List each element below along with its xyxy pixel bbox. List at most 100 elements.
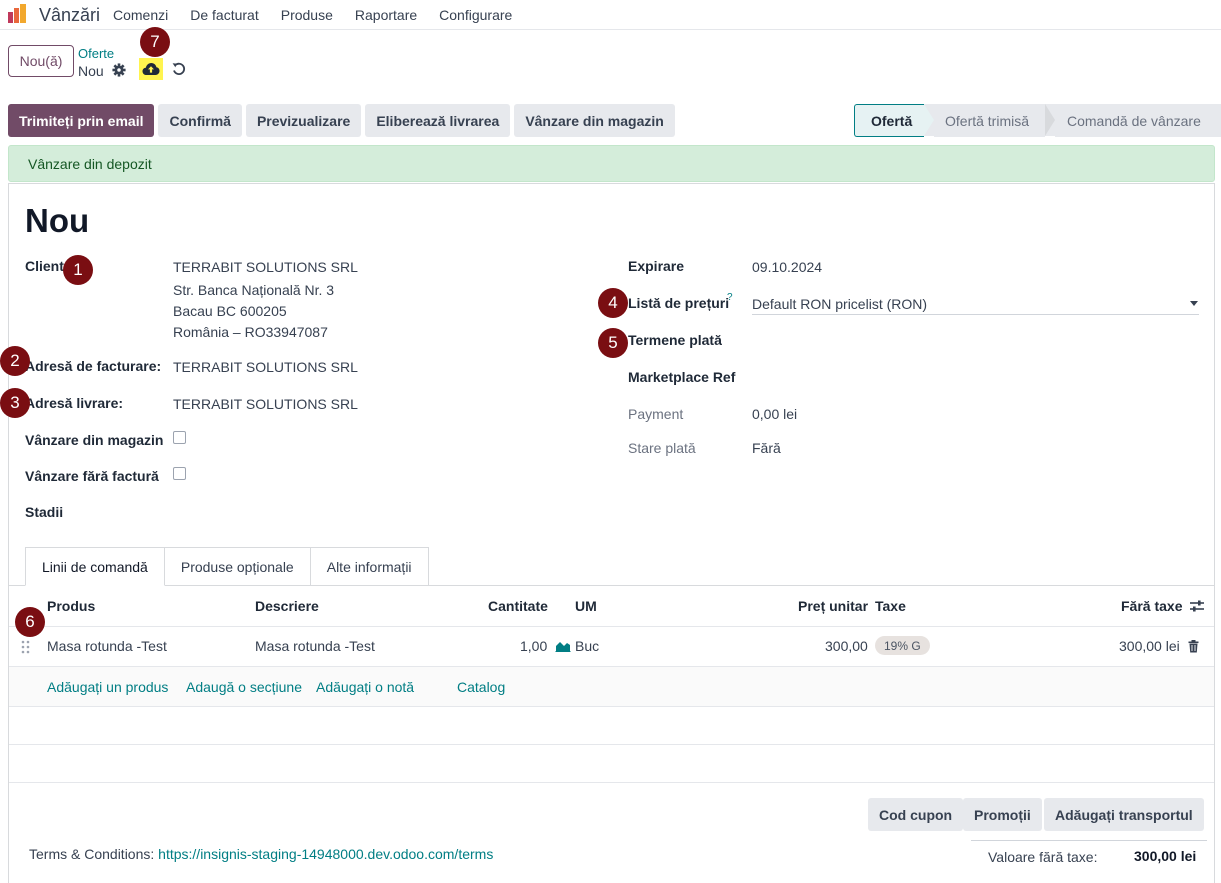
store-sale-button[interactable]: Vânzare din magazin [514, 104, 675, 137]
add-note-link[interactable]: Adăugați o notă [316, 679, 414, 695]
stage-quotation-sent[interactable]: Ofertă trimisă [934, 104, 1045, 137]
trash-icon[interactable] [1188, 640, 1199, 653]
delivery-address-field[interactable]: TERRABIT SOLUTIONS SRL [173, 396, 358, 412]
annotation-marker-1: 1 [63, 255, 93, 285]
payment-state-value: Fără [752, 440, 781, 456]
status-bar: Ofertă Ofertă trimisă Comandă de vânzare [854, 104, 1221, 137]
breadcrumb-parent[interactable]: Oferte [78, 46, 114, 61]
drag-handle-icon[interactable] [21, 640, 30, 654]
catalog-link[interactable]: Catalog [457, 679, 505, 695]
cell-product[interactable]: Masa rotunda -Test [47, 638, 167, 654]
menu-orders[interactable]: Comenzi [113, 7, 168, 23]
annotation-marker-3: 3 [0, 388, 30, 418]
menu-reporting[interactable]: Raportare [355, 7, 417, 23]
column-settings-icon[interactable] [1189, 599, 1205, 613]
forecast-chart-icon[interactable] [555, 639, 571, 652]
stage-arrow [924, 104, 934, 136]
notebook-tabs: Linii de comandă Produse opționale Alte … [25, 547, 429, 586]
cell-subtotal: 300,00 lei [1119, 638, 1180, 654]
stage-label: Ofertă trimisă [945, 112, 1030, 129]
payment-terms-label: Termene plată [628, 332, 722, 348]
cell-quantity[interactable]: 1,00 [520, 638, 547, 654]
app-name[interactable]: Vânzări [39, 5, 100, 26]
tab-order-lines[interactable]: Linii de comandă [25, 547, 165, 586]
add-section-link[interactable]: Adaugă o secțiune [186, 679, 302, 695]
annotation-marker-5: 5 [598, 328, 628, 358]
store-sale-label: Vânzare din magazin [25, 432, 164, 448]
discard-icon[interactable] [171, 61, 187, 77]
navbar-divider [0, 29, 1221, 30]
marketplace-ref-label: Marketplace Ref [628, 369, 736, 385]
terms-label: Terms & Conditions: [29, 846, 155, 862]
cell-description[interactable]: Masa rotunda -Test [255, 638, 375, 654]
cell-uom[interactable]: Buc [575, 638, 599, 654]
expiry-label: Expirare [628, 258, 685, 274]
pricelist-select[interactable]: Default RON pricelist (RON) [752, 296, 927, 312]
menu-products[interactable]: Produse [281, 7, 333, 23]
tab-other-info[interactable]: Alte informații [309, 547, 429, 586]
untaxed-amount-value: 300,00 lei [1134, 848, 1197, 864]
sales-app-icon[interactable] [7, 4, 29, 24]
invoice-address-field[interactable]: TERRABIT SOLUTIONS SRL [173, 359, 358, 375]
confirm-button[interactable]: Confirmă [158, 104, 242, 137]
add-shipping-button[interactable]: Adăugați transportul [1044, 798, 1204, 831]
annotation-marker-7: 7 [140, 27, 170, 57]
add-product-link[interactable]: Adăugați un produs [47, 679, 168, 695]
help-tooltip-icon[interactable]: ? [727, 292, 733, 303]
terms-link[interactable]: https://insignis-staging-14948000.dev.od… [158, 846, 493, 862]
menu-configuration[interactable]: Configurare [439, 7, 512, 23]
empty-row [9, 707, 1214, 745]
terms-conditions: Terms & Conditions: https://insignis-sta… [29, 846, 493, 862]
stage-arrow [1045, 104, 1055, 136]
no-invoice-label: Vânzare fără factură [25, 468, 159, 484]
cloud-upload-icon [142, 63, 160, 75]
main-menu: Comenzi De facturat Produse Raportare Co… [113, 7, 534, 23]
top-navbar: Vânzări Comenzi De facturat Produse Rapo… [0, 0, 1221, 29]
col-description[interactable]: Descriere [255, 598, 319, 614]
menu-to-invoice[interactable]: De facturat [190, 7, 258, 23]
pricelist-underline [752, 314, 1199, 315]
col-product[interactable]: Produs [47, 598, 95, 614]
send-email-button[interactable]: Trimiteți prin email [8, 104, 155, 137]
cell-unit-price[interactable]: 300,00 [825, 638, 868, 654]
stage-sales-order[interactable]: Comandă de vânzare [1055, 104, 1221, 137]
gear-icon[interactable] [112, 63, 126, 77]
col-quantity[interactable]: Cantitate [488, 598, 548, 614]
stages-label: Stadii [25, 504, 64, 520]
action-buttons: Trimiteți prin email Confirmă Previzuali… [8, 104, 675, 137]
annotation-marker-2: 2 [0, 346, 30, 376]
save-button[interactable] [139, 58, 163, 80]
breadcrumb-current: Nou [78, 63, 104, 79]
store-sale-checkbox[interactable] [173, 431, 186, 444]
col-uom[interactable]: UM [575, 598, 597, 614]
no-invoice-checkbox[interactable] [173, 467, 186, 480]
coupon-code-button[interactable]: Cod cupon [868, 798, 964, 831]
col-unit-price[interactable]: Preț unitar [798, 598, 868, 614]
record-title: Nou [25, 202, 90, 239]
expiry-field[interactable]: 09.10.2024 [752, 259, 822, 275]
payment-label: Payment [628, 406, 684, 422]
preview-button[interactable]: Previzualizare [245, 104, 362, 137]
chevron-down-icon[interactable] [1190, 301, 1198, 306]
col-subtotal[interactable]: Fără taxe [1121, 598, 1182, 614]
release-delivery-button[interactable]: Eliberează livrarea [365, 104, 511, 137]
totals-divider [971, 840, 1207, 841]
client-name[interactable]: TERRABIT SOLUTIONS SRL [173, 259, 358, 275]
payment-value: 0,00 lei [752, 406, 798, 422]
new-button[interactable]: Nou(ă) [8, 45, 74, 77]
warehouse-banner: Vânzare din depozit [8, 145, 1215, 182]
delivery-address-label: Adresă livrare: [25, 395, 124, 411]
tab-optional-products[interactable]: Produse opționale [163, 547, 311, 586]
annotation-marker-4: 4 [598, 288, 628, 318]
payment-state-label: Stare plată [628, 440, 696, 456]
row-divider [9, 782, 1214, 783]
client-street: Str. Banca Națională Nr. 3 [173, 282, 335, 298]
tax-badge[interactable]: 19% G [875, 636, 930, 655]
client-city: Bacau BC 600205 [173, 303, 287, 319]
empty-row [9, 745, 1214, 783]
promotions-button[interactable]: Promoții [963, 798, 1042, 831]
client-country: România – RO33947087 [173, 324, 328, 340]
stage-quotation[interactable]: Ofertă [854, 104, 924, 137]
untaxed-amount-label: Valoare fără taxe: [988, 849, 1098, 865]
col-taxes[interactable]: Taxe [875, 598, 906, 614]
